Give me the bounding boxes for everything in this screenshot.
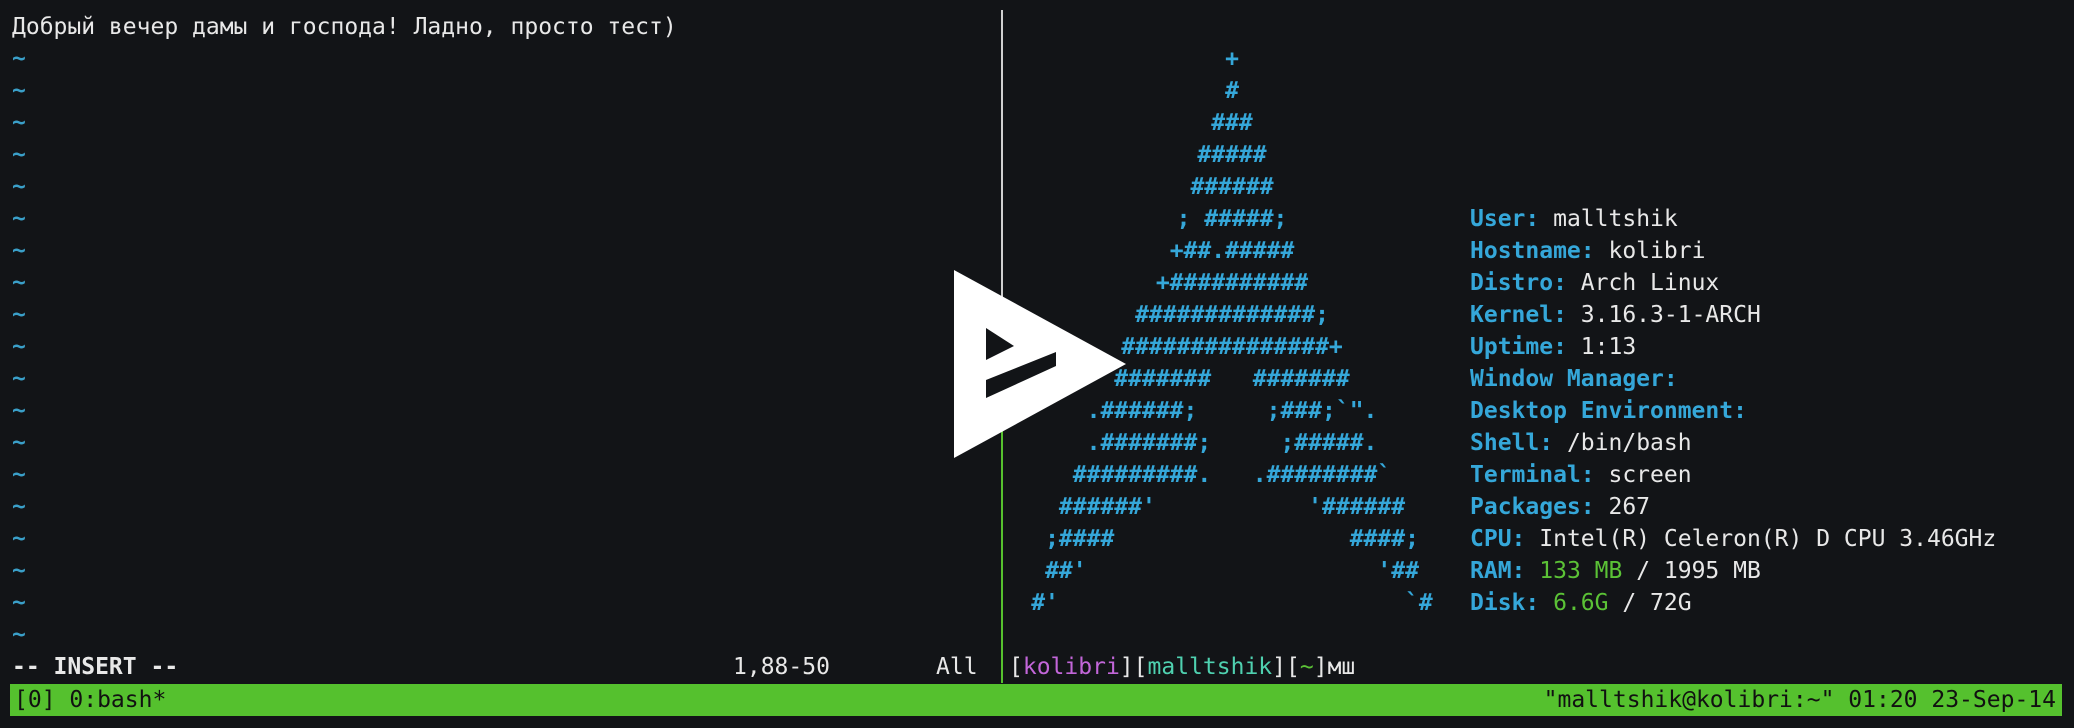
sysinfo-label: Kernel: — [1470, 302, 1567, 328]
sysinfo-label: Distro: — [1470, 270, 1567, 296]
sysinfo-row: Hostname: kolibri — [1470, 235, 1705, 267]
tmux-status-right: "malltshik@kolibri:~" 01:20 23-Sep-14 — [1543, 687, 2056, 713]
vim-tilde: ~ — [12, 78, 26, 104]
logo-line: #' `# — [1031, 590, 1433, 616]
prompt-dir: ~ — [1299, 654, 1314, 680]
sysinfo-label: Shell: — [1470, 430, 1554, 456]
play-icon[interactable] — [952, 268, 1128, 460]
shell-prompt[interactable]: [kolibri][malltshik][~]мш — [1009, 651, 1355, 683]
tmux-status-bar: [0] 0:bash* "malltshik@kolibri:~" 01:20 … — [10, 684, 2062, 716]
sysinfo-label: Hostname: — [1470, 238, 1595, 264]
sysinfo-value: 1:13 — [1580, 334, 1637, 360]
vim-tilde: ~ — [12, 622, 26, 648]
sysinfo-value: screen — [1608, 462, 1692, 488]
vim-text-line[interactable]: Добрый вечер дамы и господа! Ладно, прос… — [12, 11, 677, 43]
disk-info: Disk: 6.6G / 72G — [1470, 587, 1692, 619]
vim-tilde: ~ — [12, 398, 26, 424]
vim-tilde: ~ — [12, 238, 26, 264]
vim-tilde: ~ — [12, 462, 26, 488]
sysinfo-row: CPU: Intel(R) Celeron(R) D CPU 3.46GHz — [1470, 523, 1996, 555]
sysinfo-label: Packages: — [1470, 494, 1595, 520]
sysinfo-label: Window Manager: — [1470, 366, 1678, 392]
vim-tilde: ~ — [12, 590, 26, 616]
sysinfo-row: Terminal: screen — [1470, 459, 1692, 491]
sysinfo-value: 267 — [1608, 494, 1651, 520]
tmux-window-list[interactable]: [0] 0:bash* — [14, 684, 166, 716]
logo-line: + — [1225, 46, 1239, 72]
vim-cursor-position: 1,88-50 — [733, 654, 830, 680]
logo-line: ; #####; — [1176, 206, 1288, 232]
sysinfo-value: Arch Linux — [1580, 270, 1720, 296]
sysinfo-row: Desktop Environment: — [1470, 395, 1761, 427]
sysinfo-row: Uptime: 1:13 — [1470, 331, 1636, 363]
disk-label: Disk: — [1470, 590, 1540, 616]
ram-sep: / — [1622, 558, 1664, 584]
ram-label: RAM: — [1470, 558, 1526, 584]
bracket: [ — [1009, 654, 1023, 680]
sysinfo-value: malltshik — [1553, 206, 1678, 232]
vim-tilde: ~ — [12, 494, 26, 520]
sysinfo-row: Window Manager: — [1470, 363, 1692, 395]
vim-tilde: ~ — [12, 302, 26, 328]
disk-sep: / — [1608, 590, 1651, 616]
logo-line: # — [1225, 78, 1239, 104]
vim-tilde: ~ — [12, 558, 26, 584]
bracket: ] — [1313, 654, 1328, 680]
sysinfo-row: Packages: 267 — [1470, 491, 1650, 523]
sysinfo-label: Desktop Environment: — [1470, 398, 1747, 424]
ram-info: RAM: 133 MB / 1995 MB — [1470, 555, 1761, 587]
vim-tilde: ~ — [12, 206, 26, 232]
prompt-input[interactable]: мш — [1328, 654, 1356, 680]
logo-line: ###### — [1190, 174, 1274, 200]
logo-line: +##.##### — [1169, 238, 1295, 264]
sysinfo-row: Kernel: 3.16.3-1-ARCH — [1470, 299, 1761, 331]
bracket: [ — [1133, 654, 1148, 680]
prompt-host: kolibri — [1022, 654, 1120, 680]
disk-total: 72G — [1650, 590, 1692, 616]
logo-line: ##' '## — [1045, 558, 1419, 584]
vim-scroll-indicator: All — [936, 654, 978, 680]
bracket: ] — [1119, 654, 1134, 680]
logo-line: ######' '###### — [1058, 494, 1406, 520]
sysinfo-row: User: malltshik — [1470, 203, 1678, 235]
vim-tilde: ~ — [12, 430, 26, 456]
sysinfo-row: Shell: /bin/bash — [1470, 427, 1692, 459]
vim-tilde: ~ — [12, 526, 26, 552]
disk-used: 6.6G — [1553, 590, 1609, 616]
vim-tilde: ~ — [12, 270, 26, 296]
vim-tilde: ~ — [12, 142, 26, 168]
sysinfo-row: Distro: Arch Linux — [1470, 267, 1719, 299]
vim-tilde: ~ — [12, 366, 26, 392]
sysinfo-value: Intel(R) Celeron(R) D CPU 3.46GHz — [1539, 526, 1997, 552]
sysinfo-value: 3.16.3-1-ARCH — [1580, 302, 1761, 328]
logo-line: ;#### ####; — [1045, 526, 1419, 552]
vim-tilde: ~ — [12, 174, 26, 200]
ram-total: 1995 MB — [1663, 558, 1761, 584]
sysinfo-value: /bin/bash — [1566, 430, 1692, 456]
vim-mode-indicator: -- INSERT -- — [12, 654, 179, 680]
vim-tilde: ~ — [12, 46, 26, 72]
bracket: ] — [1272, 654, 1286, 680]
bracket: [ — [1286, 654, 1300, 680]
logo-line: #########. .########` — [1072, 462, 1392, 488]
logo-line: ### — [1211, 110, 1253, 136]
logo-line: ##### — [1197, 142, 1267, 168]
sysinfo-label: CPU: — [1470, 526, 1526, 552]
sysinfo-value: kolibri — [1608, 238, 1706, 264]
sysinfo-label: Terminal: — [1470, 462, 1595, 488]
ram-used: 133 MB — [1539, 558, 1623, 584]
sysinfo-label: User: — [1470, 206, 1540, 232]
vim-tilde: ~ — [12, 334, 26, 360]
prompt-user: malltshik — [1147, 654, 1273, 680]
vim-tilde: ~ — [12, 110, 26, 136]
sysinfo-label: Uptime: — [1470, 334, 1567, 360]
